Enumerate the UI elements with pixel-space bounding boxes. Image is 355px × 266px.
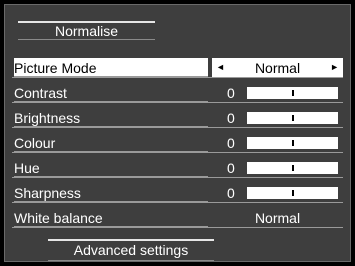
contrast-value: 0 xyxy=(227,85,235,101)
colour-label: Colour xyxy=(14,133,208,152)
sharpness-value: 0 xyxy=(227,185,235,201)
picture-settings-menu: Normalise Picture Mode ◄ Normal ► Contra… xyxy=(0,0,355,266)
hue-slider[interactable] xyxy=(247,162,338,174)
hue-slider-marker[interactable] xyxy=(292,165,294,171)
colour-value: 0 xyxy=(227,135,235,151)
hue-control[interactable]: 0 xyxy=(212,158,343,177)
colour-control[interactable]: 0 xyxy=(212,133,343,152)
brightness-value: 0 xyxy=(227,110,235,126)
contrast-control[interactable]: 0 xyxy=(212,83,343,102)
hue-value: 0 xyxy=(227,160,235,176)
white-balance-row[interactable]: White balance Normal xyxy=(12,208,343,228)
colour-slider[interactable] xyxy=(247,137,338,149)
sharpness-label: Sharpness xyxy=(14,183,208,202)
contrast-slider[interactable] xyxy=(247,87,338,99)
hue-label: Hue xyxy=(14,158,208,177)
colour-slider-marker[interactable] xyxy=(292,140,294,146)
picture-mode-label: Picture Mode xyxy=(14,58,208,77)
contrast-label: Contrast xyxy=(14,83,208,102)
sharpness-slider-marker[interactable] xyxy=(292,190,294,196)
arrow-right-icon[interactable]: ► xyxy=(330,58,339,77)
sharpness-slider[interactable] xyxy=(247,187,338,199)
normalise-button[interactable]: Normalise xyxy=(18,21,155,40)
contrast-row[interactable]: Contrast 0 xyxy=(12,83,343,103)
picture-mode-value: Normal xyxy=(254,60,301,76)
brightness-control[interactable]: 0 xyxy=(212,108,343,127)
brightness-slider[interactable] xyxy=(247,112,338,124)
brightness-row[interactable]: Brightness 0 xyxy=(12,108,343,128)
colour-row[interactable]: Colour 0 xyxy=(12,133,343,153)
brightness-label: Brightness xyxy=(14,108,208,127)
picture-mode-row[interactable]: Picture Mode ◄ Normal ► xyxy=(12,58,343,78)
hue-row[interactable]: Hue 0 xyxy=(12,158,343,178)
sharpness-control[interactable]: 0 xyxy=(212,183,343,202)
picture-mode-selector[interactable]: ◄ Normal ► xyxy=(212,58,343,77)
sharpness-row[interactable]: Sharpness 0 xyxy=(12,183,343,203)
white-balance-label: White balance xyxy=(14,208,208,227)
advanced-settings-button[interactable]: Advanced settings xyxy=(48,239,214,261)
white-balance-selector[interactable]: Normal xyxy=(212,208,343,227)
contrast-slider-marker[interactable] xyxy=(292,90,294,96)
brightness-slider-marker[interactable] xyxy=(292,115,294,121)
white-balance-value: Normal xyxy=(254,210,301,226)
